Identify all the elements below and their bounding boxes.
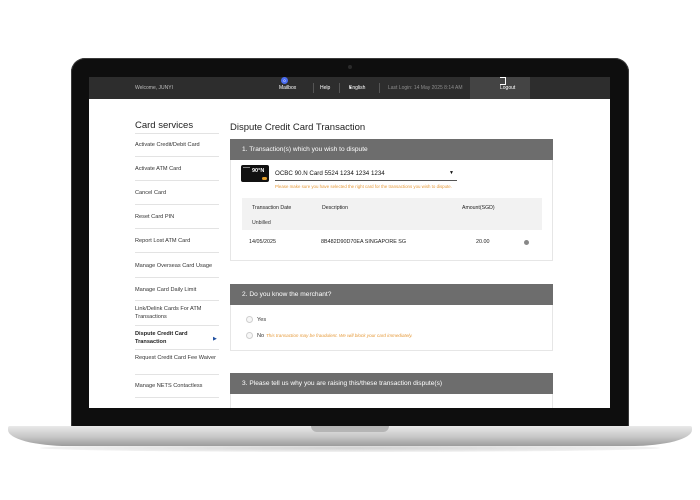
- radio-yes-label: Yes: [257, 317, 267, 323]
- mailbox-count-badge: 0: [281, 77, 288, 84]
- column-header-description: Description: [322, 205, 348, 211]
- divider: [135, 133, 219, 134]
- section-1-header: 1. Transaction(s) which you wish to disp…: [230, 139, 553, 160]
- section-3-header: 3. Please tell us why you are raising th…: [230, 373, 553, 394]
- welcome-text: Welcome, JUNYI: [135, 85, 173, 91]
- sidebar-item-request-credit-card-fee-waiver[interactable]: Request Credit Card Fee Waiver: [135, 354, 219, 362]
- laptop-base: [8, 426, 692, 446]
- card-art-text: 90°N: [252, 168, 265, 174]
- sidebar-item-manage-nets-contactless[interactable]: Manage NETS Contactless: [135, 382, 219, 390]
- sidebar-item-report-lost-atm-card[interactable]: Report Lost ATM Card: [135, 237, 219, 245]
- sidebar-item-cancel-card[interactable]: Cancel Card: [135, 189, 219, 197]
- card-select-value: OCBC 90.N Card 5524 1234 1234 1234: [275, 170, 385, 177]
- radio-no-label: No: [257, 333, 265, 339]
- help-link[interactable]: Help: [320, 77, 330, 99]
- radio-no[interactable]: [246, 332, 253, 339]
- radio-yes[interactable]: [246, 316, 253, 323]
- column-header-amount: Amount(SGD): [462, 205, 495, 211]
- sidebar-item-activate-atm-card[interactable]: Activate ATM Card: [135, 165, 219, 173]
- card-image: 90°N: [241, 165, 269, 182]
- camera: [348, 65, 352, 69]
- screen: Welcome, JUNYI Mailbox 0 Help English ▾ L…: [89, 77, 610, 408]
- card-select-dropdown[interactable]: OCBC 90.N Card 5524 1234 1234 1234 ▼: [275, 167, 457, 181]
- sidebar-item-link-delink-cards[interactable]: Link/Delink Cards For ATM Transactions: [135, 305, 219, 321]
- laptop-notch: [311, 426, 389, 432]
- divider: [313, 83, 314, 93]
- sidebar-item-manage-card-daily-limit[interactable]: Manage Card Daily Limit: [135, 286, 219, 294]
- logout-button[interactable]: Logout: [470, 77, 530, 99]
- divider: [135, 397, 219, 398]
- fraud-warning-text: This transaction may be fraudulent. We w…: [266, 333, 413, 338]
- divider: [135, 349, 219, 350]
- row-amount: 20.00: [476, 239, 490, 245]
- caret-down-icon: ▼: [449, 170, 454, 176]
- section-2-header: 2. Do you know the merchant?: [230, 284, 553, 305]
- sidebar-item-activate-credit-debit-card[interactable]: Activate Credit/Debit Card: [135, 141, 219, 149]
- chevron-down-icon: ▾: [349, 85, 352, 91]
- logout-label: Logout: [500, 85, 516, 91]
- mastercard-icon: [262, 177, 267, 180]
- sidebar-item-reset-card-pin[interactable]: Reset Card PIN: [135, 213, 219, 221]
- unbilled-group-label: Unbilled: [252, 220, 271, 226]
- divider: [135, 374, 219, 375]
- section-2-body: [230, 305, 553, 351]
- divider: [135, 156, 219, 157]
- divider: [379, 83, 380, 93]
- column-header-date: Transaction Date: [252, 205, 292, 211]
- section-3-body: [230, 394, 553, 408]
- divider: [135, 300, 219, 301]
- chevron-right-icon: ▶: [213, 336, 217, 342]
- row-description: 8B482D90D70EA SINGAPORE SG: [321, 239, 407, 245]
- divider: [135, 277, 219, 278]
- transaction-table-header: [242, 198, 542, 230]
- sidebar-title: Card services: [135, 120, 194, 131]
- card-logo: [243, 167, 250, 168]
- divider: [339, 83, 340, 93]
- top-bar: Welcome, JUNYI Mailbox 0 Help English ▾ L…: [89, 77, 610, 99]
- sidebar-item-dispute-credit-card-transaction[interactable]: Dispute Credit Card Transaction: [135, 330, 219, 346]
- divider: [135, 204, 219, 205]
- divider: [135, 180, 219, 181]
- divider: [135, 252, 219, 253]
- row-date: 14/05/2025: [249, 239, 276, 245]
- last-login-text: Last Login: 14 May 2025 8:14 AM: [388, 85, 463, 91]
- divider: [135, 228, 219, 229]
- card-selection-note: Please make sure you have selected the r…: [275, 184, 452, 189]
- divider: [135, 325, 219, 326]
- row-select-radio[interactable]: [524, 240, 529, 245]
- sidebar-item-manage-overseas-card-usage[interactable]: Manage Overseas Card Usage: [135, 262, 219, 270]
- page-title: Dispute Credit Card Transaction: [230, 122, 366, 133]
